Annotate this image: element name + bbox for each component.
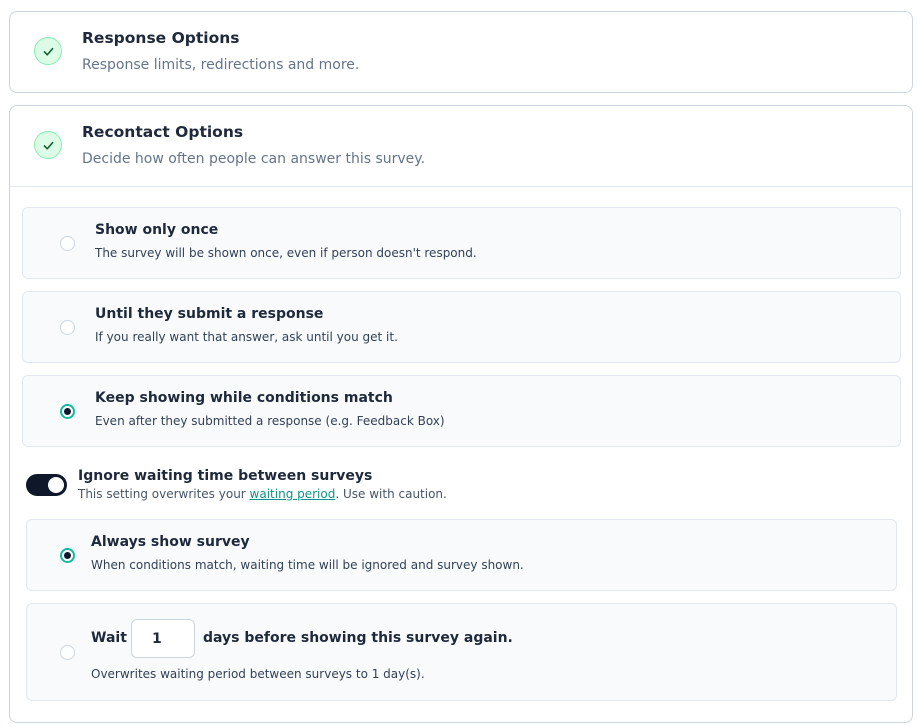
- ignore-waiting-description: This setting overwrites your waiting per…: [78, 487, 447, 501]
- option-title: Always show survey: [91, 534, 250, 550]
- option-description: When conditions match, waiting time will…: [91, 558, 524, 572]
- option-description: Overwrites waiting period between survey…: [91, 667, 425, 681]
- option-title: Keep showing while conditions match: [95, 390, 393, 406]
- desc-prefix: This setting overwrites your: [78, 487, 250, 501]
- recontact-options-title[interactable]: Recontact Options: [82, 123, 243, 141]
- ignore-waiting-toggle[interactable]: [26, 474, 67, 496]
- desc-suffix: . Use with caution.: [335, 487, 447, 501]
- ignore-waiting-title: Ignore waiting time between surveys: [78, 468, 373, 484]
- radio-show-only-once[interactable]: [60, 236, 75, 251]
- radio-keep-showing[interactable]: [60, 404, 75, 419]
- option-until-submit[interactable]: Until they submit a response If you real…: [22, 291, 901, 363]
- option-wait-days[interactable]: Wait days before showing this survey aga…: [26, 603, 897, 701]
- check-icon: [34, 131, 62, 159]
- radio-until-submit[interactable]: [60, 320, 75, 335]
- days-label: days before showing this survey again.: [203, 630, 513, 646]
- option-description: The survey will be shown once, even if p…: [95, 246, 477, 260]
- response-options-subtitle: Response limits, redirections and more.: [82, 57, 360, 73]
- option-title: Show only once: [95, 222, 219, 238]
- radio-always-show[interactable]: [60, 548, 75, 563]
- response-options-card[interactable]: Response Options Response limits, redire…: [9, 11, 913, 93]
- option-show-only-once[interactable]: Show only once The survey will be shown …: [22, 207, 901, 279]
- option-keep-showing[interactable]: Keep showing while conditions match Even…: [22, 375, 901, 447]
- days-input[interactable]: [131, 619, 195, 658]
- wait-label: Wait: [91, 630, 127, 646]
- option-description: Even after they submitted a response (e.…: [95, 414, 445, 428]
- waiting-period-link[interactable]: waiting period: [250, 487, 336, 501]
- check-icon: [34, 37, 62, 65]
- radio-wait-days[interactable]: [60, 645, 75, 660]
- recontact-options-subtitle: Decide how often people can answer this …: [82, 151, 426, 167]
- option-title: Until they submit a response: [95, 306, 324, 322]
- option-always-show[interactable]: Always show survey When conditions match…: [26, 519, 897, 591]
- response-options-title: Response Options: [82, 29, 240, 47]
- option-description: If you really want that answer, ask unti…: [95, 330, 398, 344]
- divider: [10, 186, 912, 187]
- recontact-options-card: Recontact Options Decide how often peopl…: [9, 105, 913, 723]
